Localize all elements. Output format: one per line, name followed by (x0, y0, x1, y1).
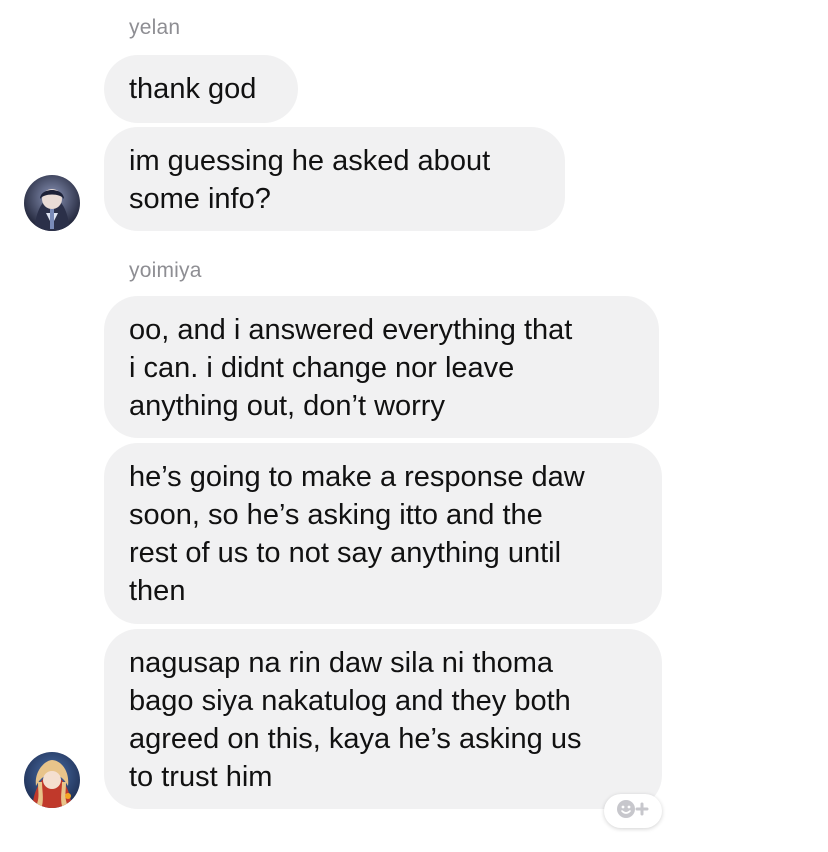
message-line: thank god (129, 73, 257, 105)
chat-thread: yelan thank god im guessing he asked abo… (0, 0, 828, 852)
message-line: agreed on this, kaya he’s asking us (129, 723, 582, 755)
message-bubble[interactable]: im guessing he asked about some info? (104, 127, 565, 231)
add-reaction-button[interactable] (604, 794, 662, 828)
message-line: he’s going to make a response daw (129, 461, 585, 493)
message-line: im guessing he asked about (129, 145, 491, 177)
message-line: some info? (129, 183, 271, 215)
avatar-yelan-icon[interactable] (24, 175, 80, 231)
message-bubble[interactable]: oo, and i answered everything that i can… (104, 296, 659, 438)
message-line: rest of us to not say anything until (129, 537, 562, 569)
message-line: nagusap na rin daw sila ni thoma (129, 647, 553, 679)
message-bubble[interactable]: nagusap na rin daw sila ni thoma bago si… (104, 629, 662, 809)
add-reaction-icon (613, 797, 653, 826)
avatar-yoimiya-icon[interactable] (24, 752, 80, 808)
message-bubble[interactable]: he’s going to make a response daw soon, … (104, 443, 662, 624)
message-line: oo, and i answered everything that (129, 314, 573, 346)
sender-name-yelan: yelan (129, 16, 181, 39)
message-line: i can. i didnt change nor leave (129, 352, 515, 384)
sender-name-yoimiya: yoimiya (129, 259, 202, 282)
message-bubble[interactable]: thank god (104, 55, 298, 123)
message-line: to trust him (129, 761, 273, 793)
message-line: soon, so he’s asking itto and the (129, 499, 543, 531)
message-line: anything out, don’t worry (129, 390, 445, 422)
message-line: then (129, 575, 186, 607)
message-line: bago siya nakatulog and they both (129, 685, 571, 717)
